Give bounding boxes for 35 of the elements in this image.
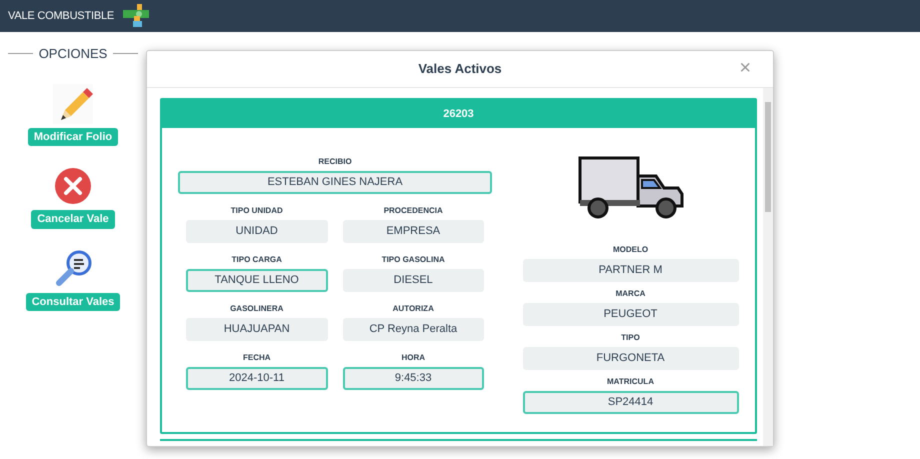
input-field[interactable]: FURGONETA: [522, 347, 738, 370]
modal-title: Vales Activos: [418, 60, 502, 78]
field-label: TIPO GASOLINA: [382, 254, 445, 266]
field-label: GASOLINERA: [230, 303, 284, 315]
field-label: MODELO: [612, 244, 648, 256]
input-field[interactable]: PARTNER M: [522, 259, 738, 282]
input-field[interactable]: HUAJUAPAN: [186, 318, 328, 341]
scrollbar[interactable]: [763, 88, 773, 446]
app-title: VALE COMBUSTIBLE: [8, 8, 114, 24]
money-hand-icon: [122, 4, 150, 28]
field-label: HORA: [401, 352, 426, 364]
input-field[interactable]: TANQUE LLENO: [186, 269, 328, 292]
input-field[interactable]: CP Reyna Peralta: [342, 318, 484, 341]
field-label: TIPO CARGA: [232, 254, 282, 266]
card-header: 26203: [162, 100, 755, 128]
input-field[interactable]: DIESEL: [342, 269, 484, 292]
input-field[interactable]: PEUGEOT: [522, 303, 738, 326]
input-field[interactable]: 2024-10-11: [186, 367, 328, 390]
truck-icon: [578, 156, 684, 220]
field-label: PROCEDENCIA: [384, 205, 443, 217]
field-label: TIPO UNIDAD: [230, 205, 283, 217]
field-label: RECIBIO: [318, 156, 352, 168]
field-label: AUTORIZA: [392, 303, 434, 315]
input-field[interactable]: 9:45:33: [342, 367, 484, 390]
field-label: TIPO: [621, 332, 640, 344]
input-field[interactable]: SP24414: [522, 391, 738, 414]
cancel-icon[interactable]: [53, 166, 93, 206]
input-field[interactable]: UNIDAD: [186, 220, 328, 243]
section-legend: OPCIONES: [38, 44, 108, 64]
input-field[interactable]: ESTEBAN GINES NAJERA: [178, 171, 492, 194]
search-icon[interactable]: [53, 248, 93, 288]
field-label: MATRICULA: [607, 376, 654, 388]
input-field[interactable]: EMPRESA: [342, 220, 484, 243]
field-label: MARCA: [616, 288, 646, 300]
field-label: FECHA: [242, 352, 271, 364]
